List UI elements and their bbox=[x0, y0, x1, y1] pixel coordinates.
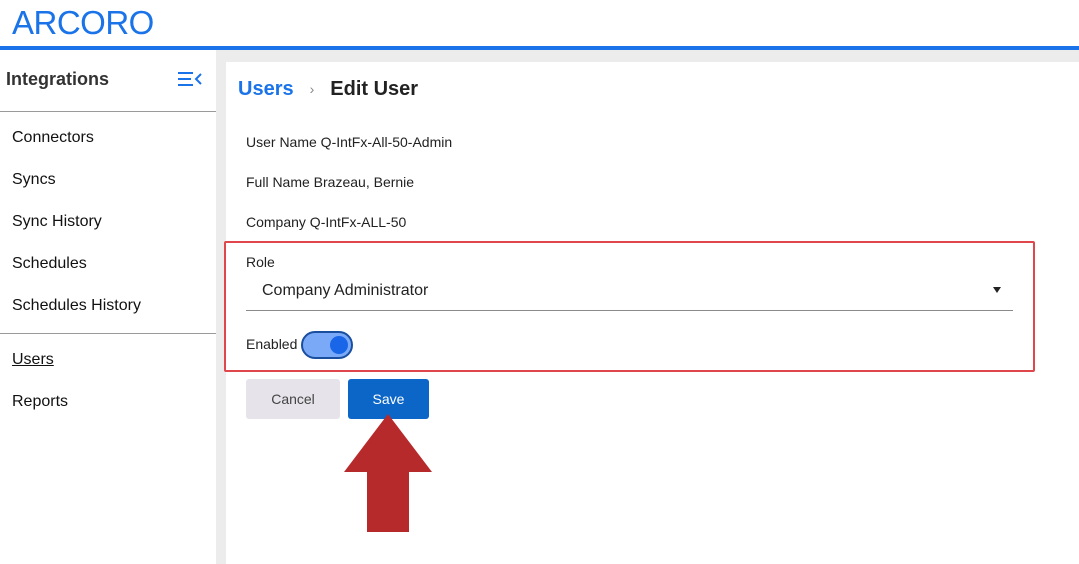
main-content: Users › Edit User User Name Q-IntFx-All-… bbox=[224, 50, 1079, 564]
full-name-row: Full Name Brazeau, Bernie bbox=[246, 174, 415, 190]
menu-collapse-icon[interactable] bbox=[177, 70, 203, 90]
sidebar-title: Integrations bbox=[6, 69, 110, 89]
page-title: Edit User bbox=[330, 77, 419, 100]
sidebar-item-sync-history[interactable]: Sync History bbox=[12, 213, 102, 231]
role-label: Role bbox=[246, 254, 275, 270]
sidebar-item-users[interactable]: Users bbox=[12, 351, 54, 369]
sidebar-item-connectors[interactable]: Connectors bbox=[12, 129, 94, 147]
sidebar: Integrations Connectors Syncs Sync Histo… bbox=[0, 50, 216, 564]
role-selected-value: Company Administrator bbox=[262, 282, 429, 299]
breadcrumb: Users › Edit User bbox=[238, 76, 418, 102]
main-top-strip bbox=[226, 50, 1079, 62]
enabled-label: Enabled bbox=[246, 336, 298, 352]
cancel-button[interactable]: Cancel bbox=[246, 379, 340, 419]
user-name-row: User Name Q-IntFx-All-50-Admin bbox=[246, 134, 453, 150]
sidebar-header: Integrations bbox=[0, 50, 216, 112]
sidebar-divider bbox=[0, 333, 216, 334]
arcoro-logo: ARCORO bbox=[12, 4, 154, 41]
enabled-toggle[interactable] bbox=[301, 331, 353, 359]
chevron-right-icon: › bbox=[309, 81, 315, 97]
save-button[interactable]: Save bbox=[348, 379, 429, 419]
sidebar-item-schedules-history[interactable]: Schedules History bbox=[12, 297, 141, 315]
sidebar-item-syncs[interactable]: Syncs bbox=[12, 171, 56, 189]
company-row: Company Q-IntFx-ALL-50 bbox=[246, 214, 407, 230]
sidebar-item-reports[interactable]: Reports bbox=[12, 393, 68, 411]
dropdown-arrow-icon bbox=[993, 287, 1001, 293]
toggle-knob bbox=[330, 336, 348, 354]
breadcrumb-users-link[interactable]: Users bbox=[238, 78, 294, 101]
role-select[interactable]: Company Administrator bbox=[246, 272, 1013, 311]
annotation-arrow-up-icon bbox=[343, 414, 433, 534]
app-header: ARCORO bbox=[0, 0, 1079, 46]
sidebar-item-schedules[interactable]: Schedules bbox=[12, 255, 87, 273]
